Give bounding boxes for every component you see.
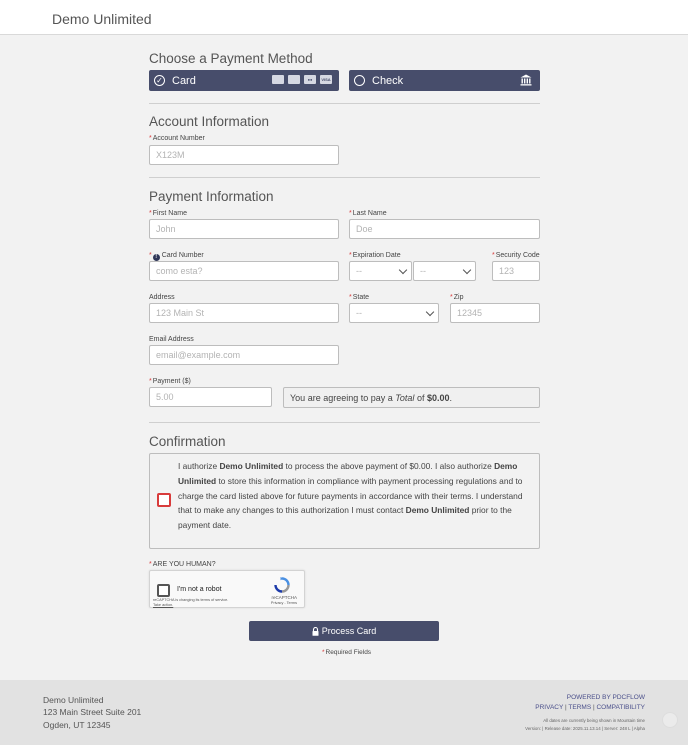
- email-label: Email Address: [149, 336, 194, 343]
- address-input[interactable]: 123 Main St: [149, 303, 339, 323]
- recaptcha-text: I'm not a robot: [177, 586, 222, 593]
- scroll-top-button[interactable]: [662, 712, 678, 728]
- exp-year-select[interactable]: --: [413, 261, 476, 281]
- brand-name: Demo Unlimited: [52, 11, 152, 27]
- visa-icon: VISA: [320, 75, 332, 84]
- payment-amount-label: *Payment ($): [149, 378, 191, 385]
- recaptcha-take-action-link[interactable]: Take action.: [153, 603, 173, 607]
- mastercard-icon: ●●: [304, 75, 316, 84]
- first-name-label: *First Name: [149, 210, 187, 217]
- lock-icon: [312, 626, 319, 636]
- compatibility-link[interactable]: COMPATIBILITY: [596, 704, 645, 711]
- recaptcha-widget: I'm not a robot reCAPTCHA is changing it…: [149, 570, 305, 608]
- info-icon[interactable]: !: [152, 254, 160, 261]
- address-label: Address: [149, 294, 175, 301]
- card-brand-icons: ●● VISA: [272, 75, 332, 84]
- terms-link[interactable]: TERMS: [568, 704, 591, 711]
- exp-month-select[interactable]: --: [349, 261, 412, 281]
- card-option-button[interactable]: ✓ Card ●● VISA: [149, 70, 339, 91]
- divider: [149, 177, 540, 178]
- process-card-button[interactable]: Process Card: [249, 621, 439, 641]
- card-number-input[interactable]: como esta?: [149, 261, 339, 281]
- last-name-label: *Last Name: [349, 210, 387, 217]
- recaptcha-logo-icon: [274, 577, 290, 593]
- divider: [149, 103, 540, 104]
- zip-input[interactable]: 12345: [450, 303, 540, 323]
- zip-label: *Zip: [450, 294, 464, 301]
- card-number-label: *! Card Number: [149, 252, 204, 261]
- chevron-down-icon: [462, 265, 472, 275]
- card-option-label: Card: [172, 74, 196, 87]
- required-fields-note: *Required Fields: [322, 649, 372, 656]
- powered-by-link[interactable]: POWERED BY PDCFLOW: [567, 694, 645, 701]
- last-name-input[interactable]: Doe: [349, 219, 540, 239]
- chevron-down-icon: [398, 265, 408, 275]
- process-card-label: Process Card: [321, 626, 377, 636]
- payment-info-title: Payment Information: [149, 189, 274, 204]
- authorization-checkbox[interactable]: [157, 493, 171, 507]
- recaptcha-links[interactable]: Privacy - Terms: [271, 601, 297, 605]
- account-info-title: Account Information: [149, 114, 270, 129]
- privacy-link[interactable]: PRIVACY: [535, 704, 563, 711]
- recaptcha-checkbox[interactable]: [157, 584, 170, 597]
- first-name-input[interactable]: John: [149, 219, 339, 239]
- payment-method-title: Choose a Payment Method: [149, 51, 313, 66]
- footer-address: Demo Unlimited 123 Main Street Suite 201…: [43, 694, 141, 731]
- footer-address-line1: 123 Main Street Suite 201: [43, 707, 142, 718]
- payment-amount-input[interactable]: 5.00: [149, 387, 272, 407]
- captcha-label: *ARE YOU HUMAN?: [149, 561, 216, 568]
- amex-icon: [288, 75, 300, 84]
- confirmation-title: Confirmation: [149, 434, 226, 449]
- account-number-input[interactable]: X123M: [149, 145, 339, 165]
- radio-empty-icon: [354, 75, 365, 86]
- state-select[interactable]: --: [349, 303, 439, 323]
- version-info: Version: | Release date: 2025.11.13.14 |…: [525, 726, 645, 731]
- check-circle-icon: ✓: [154, 75, 165, 86]
- top-bar: Demo Unlimited: [0, 0, 688, 35]
- authorization-text: I authorize Demo Unlimited to process th…: [178, 461, 523, 531]
- security-code-label: *Security Code: [492, 252, 540, 259]
- state-label: *State: [349, 294, 370, 301]
- footer-address-line2: Ogden, UT 12345: [43, 719, 111, 730]
- bank-icon: [520, 74, 532, 86]
- recaptcha-notice: reCAPTCHA is changing its terms of servi…: [153, 598, 229, 607]
- timezone-note: All dates are currently being shown in M…: [543, 718, 645, 723]
- security-code-input[interactable]: 123: [492, 261, 540, 281]
- discover-icon: [272, 75, 284, 84]
- footer-links: PRIVACY | TERMS | COMPATIBILITY: [535, 704, 645, 711]
- check-option-button[interactable]: Check: [349, 70, 540, 91]
- check-option-label: Check: [372, 74, 404, 87]
- account-number-label: *Account Number: [149, 135, 205, 142]
- divider: [149, 422, 540, 423]
- payment-total-summary: You are agreeing to pay a Total of $0.00…: [283, 387, 540, 408]
- footer-meta: All dates are currently being shown in M…: [525, 717, 645, 733]
- email-input[interactable]: email@example.com: [149, 345, 339, 365]
- expiration-label: *Expiration Date: [349, 252, 401, 259]
- footer-company: Demo Unlimited: [43, 695, 104, 705]
- chevron-down-icon: [425, 307, 435, 317]
- recaptcha-brand: reCAPTCHA: [271, 595, 297, 600]
